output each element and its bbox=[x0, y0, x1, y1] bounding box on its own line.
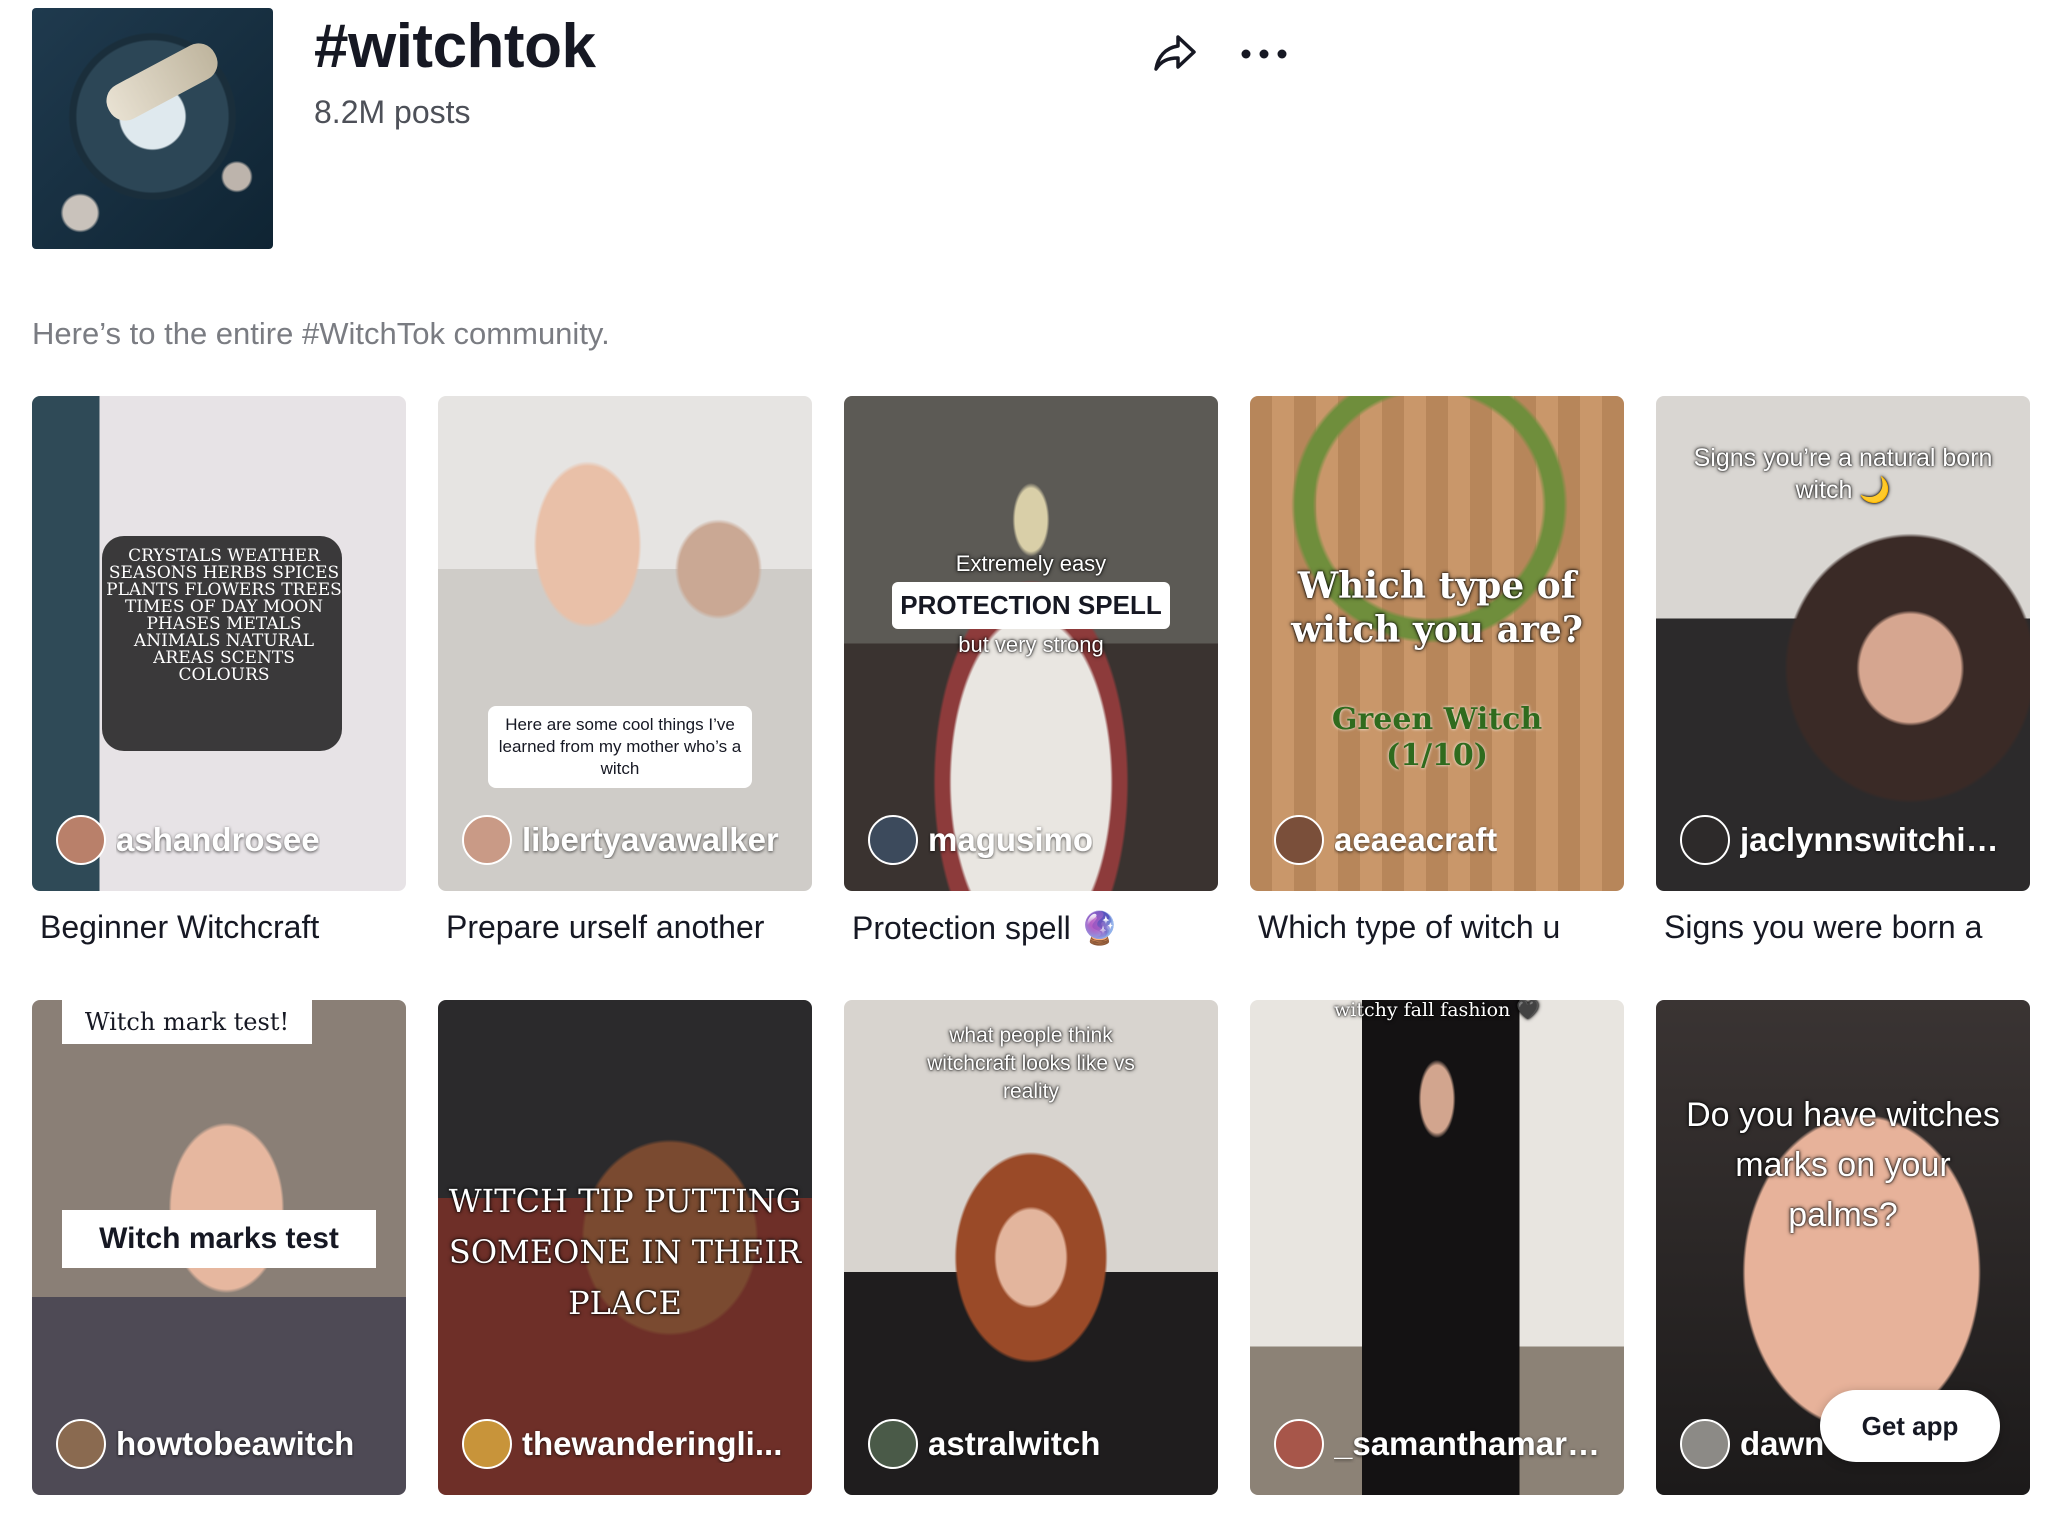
video-card[interactable]: WITCH TIP PUTTING SOMEONE IN THEIR PLACE… bbox=[438, 1000, 812, 1513]
video-creator[interactable]: thewanderingli... bbox=[462, 1419, 794, 1469]
avatar bbox=[1274, 1419, 1324, 1469]
video-thumbnail[interactable]: Here are some cool things I’ve learned f… bbox=[438, 396, 812, 891]
video-card[interactable]: Which type of witch you are? Green Witch… bbox=[1250, 396, 1624, 946]
video-creator[interactable]: ashandrosee bbox=[56, 815, 388, 865]
video-card[interactable]: Signs you’re a natural born witch 🌙 jacl… bbox=[1656, 396, 2030, 946]
video-card[interactable]: CRYSTALS WEATHER SEASONS HERBS SPICES PL… bbox=[32, 396, 406, 946]
avatar bbox=[1274, 815, 1324, 865]
video-overlay-main: Which type of witch you are? bbox=[1291, 565, 1583, 651]
video-creator[interactable]: astralwitch bbox=[868, 1419, 1200, 1469]
video-card[interactable]: Witch mark test! Witch marks test howtob… bbox=[32, 1000, 406, 1513]
get-app-button[interactable]: Get app bbox=[1820, 1390, 2000, 1462]
video-card[interactable]: Extremely easy PROTECTION SPELL but very… bbox=[844, 396, 1218, 947]
more-options-button[interactable] bbox=[1236, 28, 1292, 78]
video-creator[interactable]: libertyavawalker bbox=[462, 815, 794, 865]
video-overlay-text: Here are some cool things I’ve learned f… bbox=[488, 706, 752, 788]
video-creator[interactable]: howtobeawitch bbox=[56, 1419, 388, 1469]
posts-count: 8.2M posts bbox=[314, 94, 471, 130]
avatar bbox=[56, 815, 106, 865]
avatar bbox=[462, 1419, 512, 1469]
video-thumbnail[interactable]: Extremely easy PROTECTION SPELL but very… bbox=[844, 396, 1218, 891]
video-title: Signs you were born a bbox=[1664, 909, 1983, 945]
video-creator[interactable]: jaclynnswitchin... bbox=[1680, 815, 2012, 865]
share-arrow-icon bbox=[1154, 35, 1196, 71]
video-thumbnail[interactable]: Witch mark test! Witch marks test howtob… bbox=[32, 1000, 406, 1495]
hashtag-cover-image bbox=[32, 8, 273, 249]
video-title: Protection spell 🔮 bbox=[852, 910, 1120, 946]
video-title: Which type of witch u bbox=[1258, 909, 1561, 945]
video-thumbnail[interactable]: Signs you’re a natural born witch 🌙 jacl… bbox=[1656, 396, 2030, 891]
video-thumbnail[interactable]: CRYSTALS WEATHER SEASONS HERBS SPICES PL… bbox=[32, 396, 406, 891]
video-card[interactable]: Here are some cool things I’ve learned f… bbox=[438, 396, 812, 946]
video-thumbnail[interactable]: Which type of witch you are? Green Witch… bbox=[1250, 396, 1624, 891]
avatar bbox=[462, 815, 512, 865]
avatar bbox=[56, 1419, 106, 1469]
share-button[interactable] bbox=[1150, 28, 1200, 78]
video-card[interactable]: witchy fall fashion 🖤 _samanthamartin bbox=[1250, 1000, 1624, 1513]
video-grid: CRYSTALS WEATHER SEASONS HERBS SPICES PL… bbox=[32, 396, 2032, 1495]
video-card[interactable]: what people think witchcraft looks like … bbox=[844, 1000, 1218, 1513]
video-thumbnail[interactable]: WITCH TIP PUTTING SOMEONE IN THEIR PLACE… bbox=[438, 1000, 812, 1495]
video-overlay-top: Extremely easy bbox=[955, 551, 1107, 576]
avatar bbox=[868, 815, 918, 865]
video-overlay-main: Witch marks test bbox=[62, 1210, 376, 1268]
video-overlay-text: what people think witchcraft looks like … bbox=[927, 1024, 1135, 1103]
video-thumbnail[interactable]: witchy fall fashion 🖤 _samanthamartin bbox=[1250, 1000, 1624, 1495]
video-overlay-text: WITCH TIP PUTTING SOMEONE IN THEIR PLACE bbox=[448, 1182, 802, 1322]
video-title: Prepare urself another bbox=[446, 909, 765, 945]
video-overlay-text: CRYSTALS WEATHER SEASONS HERBS SPICES PL… bbox=[106, 546, 342, 685]
hashtag-description: Here’s to the entire #WitchTok community… bbox=[32, 316, 610, 351]
video-overlay-text: witchy fall fashion 🖤 bbox=[1334, 1000, 1540, 1021]
video-creator[interactable]: _samanthamartin bbox=[1274, 1419, 1606, 1469]
video-overlay-main: PROTECTION SPELL bbox=[892, 582, 1170, 629]
video-overlay-text: Do you have witches marks on your palms? bbox=[1686, 1096, 2000, 1234]
ellipsis-icon bbox=[1241, 49, 1287, 59]
video-creator[interactable]: aeaeacraft bbox=[1274, 815, 1606, 865]
page-title: #witchtok bbox=[314, 12, 596, 81]
video-overlay-sub: Green Witch (1/10) bbox=[1331, 702, 1543, 773]
avatar bbox=[1680, 815, 1730, 865]
video-overlay-text: Signs you’re a natural born witch 🌙 bbox=[1693, 444, 1993, 504]
avatar bbox=[868, 1419, 918, 1469]
avatar bbox=[1680, 1419, 1730, 1469]
video-thumbnail[interactable]: what people think witchcraft looks like … bbox=[844, 1000, 1218, 1495]
video-creator[interactable]: magusimo bbox=[868, 815, 1200, 865]
video-overlay-top: Witch mark test! bbox=[62, 1000, 312, 1044]
video-overlay-bottom: but very strong bbox=[958, 632, 1104, 657]
video-title: Beginner Witchcraft bbox=[40, 909, 320, 945]
